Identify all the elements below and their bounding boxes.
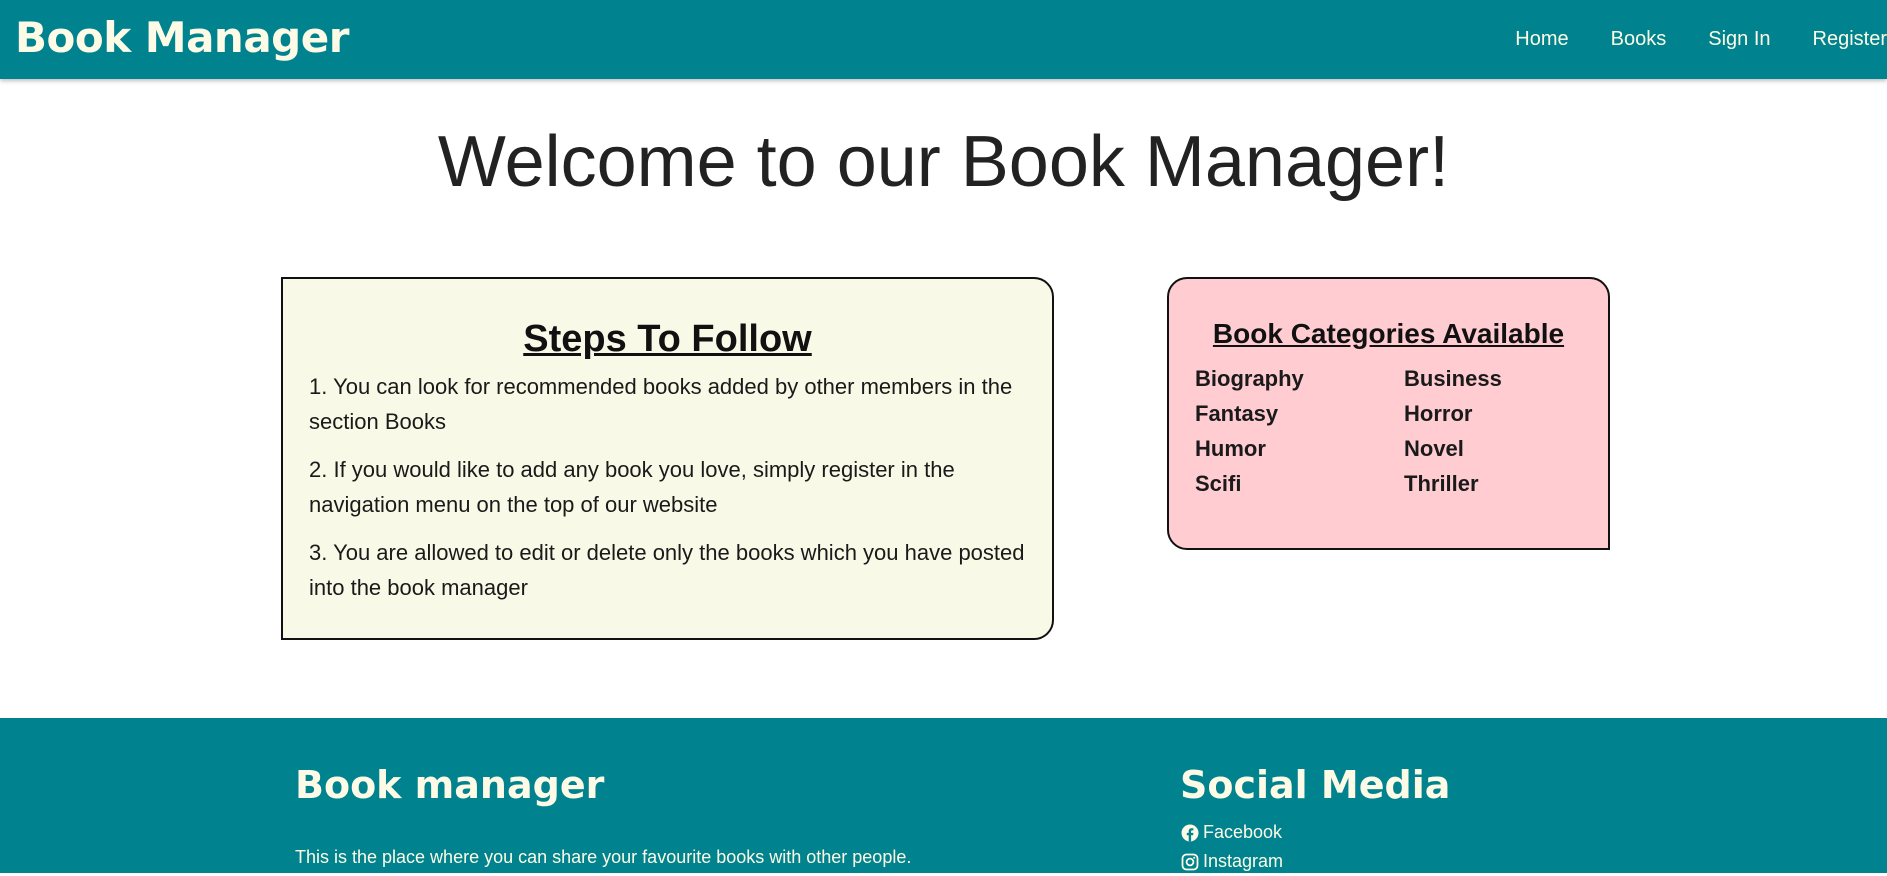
categories-list: Biography Business Fantasy Horror Humor … <box>1195 361 1582 501</box>
page-title: Welcome to our Book Manager! <box>437 122 1450 202</box>
instagram-link[interactable]: Instagram <box>1181 847 1283 876</box>
nav-sign-in[interactable]: Sign In <box>1708 28 1770 51</box>
footer: Book manager This is the place where you… <box>0 718 1887 873</box>
steps-card: Steps To Follow 1. You can look for reco… <box>281 277 1054 640</box>
facebook-label: Facebook <box>1203 822 1283 842</box>
footer-description: This is the place where you can share yo… <box>295 847 912 867</box>
category-item: Novel <box>1404 436 1464 461</box>
instagram-icon <box>1181 853 1199 871</box>
nav-home[interactable]: Home <box>1515 28 1568 51</box>
social-links: Facebook Instagram <box>1181 818 1283 876</box>
category-item: Horror <box>1404 401 1473 426</box>
category-item: Humor <box>1195 436 1266 461</box>
category-item: Thriller <box>1404 471 1479 496</box>
category-item: Business <box>1404 366 1502 391</box>
facebook-icon <box>1181 824 1199 842</box>
nav-books[interactable]: Books <box>1611 28 1667 51</box>
facebook-link[interactable]: Facebook <box>1181 818 1283 847</box>
category-item: Biography <box>1195 366 1304 391</box>
footer-brand-title: Book manager <box>295 763 605 807</box>
category-item: Fantasy <box>1195 401 1279 426</box>
step-item: 1. You can look for recommended books ad… <box>309 374 1013 434</box>
nav-register[interactable]: Register <box>1813 28 1887 51</box>
steps-card-title: Steps To Follow <box>523 318 812 360</box>
step-item: 3. You are allowed to edit or delete onl… <box>309 540 1025 600</box>
nav-menu: Home Books Sign In Register <box>1473 0 1887 79</box>
navbar: Book Manager Home Books Sign In Register <box>0 0 1887 79</box>
brand-logo-link[interactable]: Book Manager <box>15 10 349 66</box>
categories-card: Book Categories Available Biography Busi… <box>1167 277 1610 550</box>
step-item: 2. If you would like to add any book you… <box>309 457 955 517</box>
footer-social-title: Social Media <box>1180 763 1451 807</box>
category-item: Scifi <box>1195 471 1242 496</box>
instagram-label: Instagram <box>1203 851 1284 871</box>
categories-card-title: Book Categories Available <box>1212 318 1565 349</box>
